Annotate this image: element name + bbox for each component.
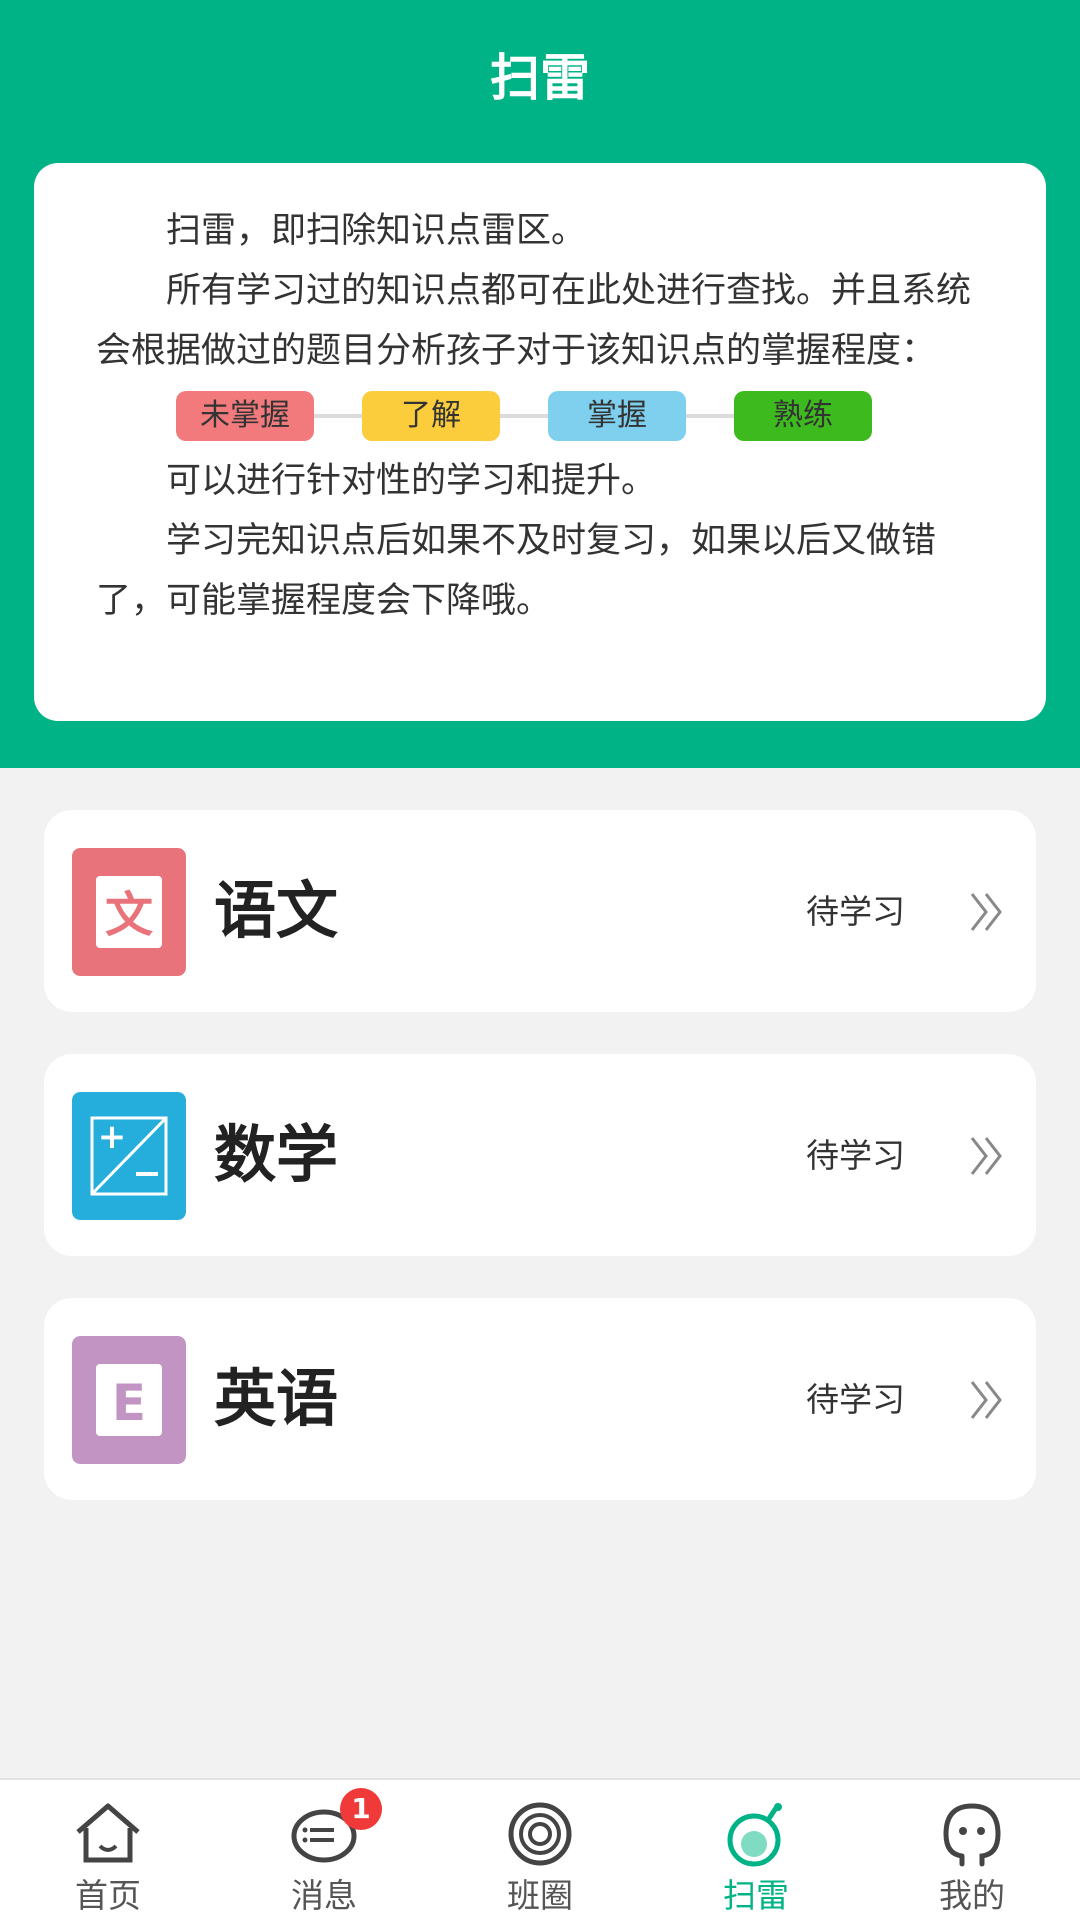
- intro-line-1: 扫雷，即扫除知识点雷区。: [166, 211, 587, 251]
- intro-line-3: 可以进行针对性的学习和提升。: [166, 461, 657, 501]
- subject-card-math[interactable]: + 数学 待学习: [44, 1054, 1036, 1256]
- subject-name: 英语: [214, 1362, 339, 1435]
- tab-profile[interactable]: 我的: [864, 1780, 1080, 1920]
- math-icon: +: [72, 1092, 186, 1220]
- level-divider: [500, 414, 548, 418]
- subject-status: 待学习: [806, 1136, 905, 1175]
- svg-text:+: +: [98, 1117, 127, 1157]
- tab-minesweeper[interactable]: 扫雷: [648, 1780, 864, 1920]
- class-circle-icon: [508, 1802, 572, 1866]
- level-divider: [314, 414, 362, 418]
- tab-messages[interactable]: 1 消息: [216, 1780, 432, 1920]
- intro-line-2: 所有学习过的知识点都可在此处进行查找。并且系统会根据做过的题目分析孩子对于该知识…: [96, 271, 972, 371]
- svg-text:E: E: [112, 1374, 146, 1432]
- svg-text:文: 文: [105, 887, 153, 943]
- subject-card-chinese[interactable]: 文 语文 待学习: [44, 810, 1036, 1012]
- chinese-icon: 文: [72, 848, 186, 976]
- subject-list: 文 语文 待学习 + 数学 待学习 E 英语 待学习: [44, 810, 1036, 1542]
- level-mastered: 掌握: [548, 391, 686, 441]
- intro-card: 扫雷，即扫除知识点雷区。 所有学习过的知识点都可在此处进行查找。并且系统会根据做…: [34, 163, 1046, 721]
- subject-status: 待学习: [806, 1380, 905, 1419]
- unread-badge: 1: [340, 1788, 382, 1830]
- double-chevron-right-icon: [970, 1137, 1002, 1175]
- mastery-levels: 未掌握 了解 掌握 熟练: [176, 387, 984, 445]
- home-icon: [76, 1803, 140, 1863]
- level-not-mastered: 未掌握: [176, 391, 314, 441]
- tab-label: 首页: [75, 1876, 141, 1915]
- tab-label: 班圈: [507, 1876, 573, 1915]
- header: 扫雷 扫雷，即扫除知识点雷区。 所有学习过的知识点都可在此处进行查找。并且系统会…: [0, 0, 1080, 768]
- profile-icon: [943, 1803, 1001, 1867]
- level-proficient: 熟练: [734, 391, 872, 441]
- subject-name: 数学: [214, 1118, 339, 1191]
- bottom-tab-bar: 首页 1 消息 班圈 扫雷 我的: [0, 1778, 1080, 1920]
- tab-label: 扫雷: [723, 1876, 789, 1915]
- page-title: 扫雷: [490, 49, 590, 107]
- subject-card-english[interactable]: E 英语 待学习: [44, 1298, 1036, 1500]
- minesweeper-icon: [727, 1803, 782, 1867]
- subject-name: 语文: [214, 874, 339, 947]
- tab-label: 消息: [291, 1876, 357, 1915]
- english-icon: E: [72, 1336, 186, 1464]
- tab-home[interactable]: 首页: [0, 1780, 216, 1920]
- level-divider: [686, 414, 734, 418]
- tab-class-circle[interactable]: 班圈: [432, 1780, 648, 1920]
- intro-line-4: 学习完知识点后如果不及时复习，如果以后又做错了，可能掌握程度会下降哦。: [96, 521, 937, 621]
- level-understood: 了解: [362, 391, 500, 441]
- double-chevron-right-icon: [970, 893, 1002, 931]
- subject-status: 待学习: [806, 892, 905, 931]
- tab-label: 我的: [939, 1876, 1005, 1915]
- double-chevron-right-icon: [970, 1381, 1002, 1419]
